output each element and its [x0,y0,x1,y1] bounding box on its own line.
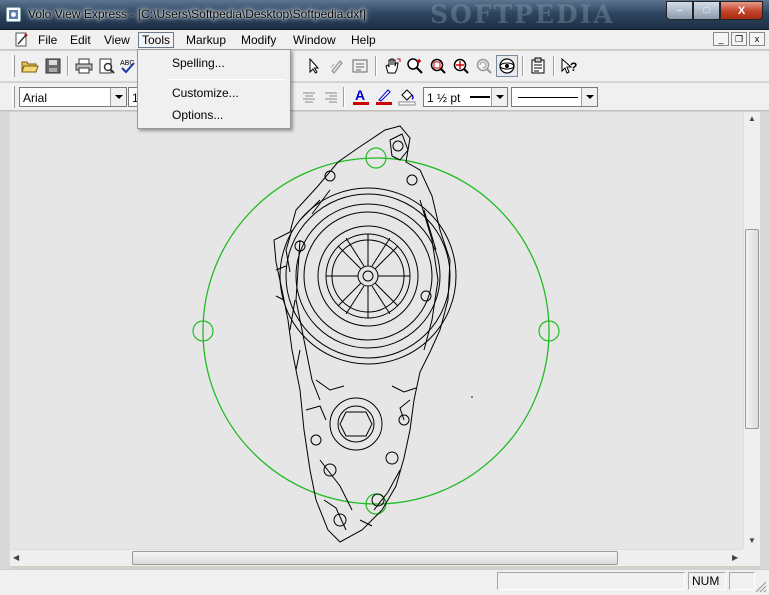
mdi-close-button[interactable]: x [749,32,765,46]
zoom-extents-icon[interactable] [450,55,472,77]
mdi-minimize-button[interactable]: _ [713,32,729,46]
line-weight-select[interactable]: 1 ½ pt [423,87,508,107]
help-icon[interactable]: ? [558,55,580,77]
zoom-previous-icon[interactable] [473,55,495,77]
orbit-circle [202,157,550,505]
print-preview-icon[interactable] [96,55,118,77]
stray-point [471,396,473,398]
align-right-icon[interactable] [320,86,342,108]
save-icon[interactable] [42,55,64,77]
fill-color-icon[interactable] [396,86,418,108]
zoom-realtime-icon[interactable] [404,55,426,77]
menu-window[interactable]: Window [290,32,339,48]
close-button[interactable]: X [720,1,763,20]
line-color-icon[interactable] [373,86,395,108]
pan-icon[interactable] [381,55,403,77]
format-toolbar: Arial 1 A 1 ½ pt [0,83,769,111]
zoom-window-icon[interactable] [427,55,449,77]
font-name-select[interactable]: Arial [19,87,127,107]
toolbar-grip[interactable] [12,55,15,77]
status-bar: NUM [0,569,769,595]
svg-text:A: A [355,87,365,103]
menu-item-spelling[interactable]: Spelling... [140,53,288,73]
properties-icon[interactable] [527,55,549,77]
menu-view[interactable]: View [101,32,133,48]
resize-grip-icon[interactable] [755,581,767,593]
scroll-corner [743,549,760,566]
menu-help[interactable]: Help [348,32,379,48]
frame-right [760,112,769,569]
toolbar-grip[interactable] [12,86,15,108]
font-name-value: Arial [23,91,48,105]
tools-menu-dropdown: Spelling... Customize... Options... [137,49,291,129]
text-box-icon[interactable] [349,55,371,77]
chevron-down-icon[interactable] [110,88,126,106]
title-bar: Volo View Express - [C:\Users\Softpedia\… [0,0,769,30]
vertical-scroll-thumb[interactable] [745,229,759,429]
status-pane-info [497,572,685,590]
document-icon[interactable] [14,32,30,48]
menu-tools[interactable]: Tools [138,32,175,48]
maximize-button[interactable]: □ [693,1,720,20]
menu-modify[interactable]: Modify [238,32,279,48]
select-arrow-icon[interactable] [303,55,325,77]
standard-toolbar: ABC ? [0,51,769,82]
menu-file[interactable]: File [35,32,60,48]
line-type-select[interactable] [511,87,598,107]
menu-bar: File Edit View Tools Markup Modify Windo… [0,30,769,50]
markup-pen-icon[interactable] [326,55,348,77]
svg-text:?: ? [570,60,577,74]
horizontal-scrollbar[interactable]: ◀ ▶ [10,549,743,566]
open-icon[interactable] [19,55,41,77]
cad-part [273,125,457,543]
scroll-left-icon[interactable]: ◀ [13,553,19,562]
menu-edit[interactable]: Edit [67,32,94,48]
frame-left [0,112,10,569]
text-color-icon[interactable]: A [350,86,372,108]
vertical-scrollbar[interactable]: ▲ ▼ [743,112,760,549]
status-pane-extra [729,572,755,590]
menu-markup[interactable]: Markup [183,32,229,48]
watermark-logo: SOFTPEDIA [430,0,615,29]
line-weight-value: 1 ½ pt [427,91,461,105]
status-num-lock: NUM [688,572,726,590]
print-icon[interactable] [73,55,95,77]
minimize-button[interactable]: – [666,1,693,20]
window-title: Volo View Express - [C:\Users\Softpedia\… [28,7,366,21]
scroll-up-icon[interactable]: ▲ [748,114,756,123]
spell-check-icon[interactable]: ABC [117,55,139,77]
cad-drawing [192,125,560,543]
menu-separator [168,79,286,80]
scroll-right-icon[interactable]: ▶ [732,553,738,562]
menu-item-options[interactable]: Options... [140,105,288,125]
drawing-canvas[interactable] [10,112,743,549]
orbit-icon[interactable] [496,55,518,77]
align-center-icon[interactable] [298,86,320,108]
menu-item-customize[interactable]: Customize... [140,83,288,103]
chevron-down-icon[interactable] [581,88,597,106]
horizontal-scroll-thumb[interactable] [132,551,618,565]
line-type-sample [518,97,578,98]
scroll-down-icon[interactable]: ▼ [748,536,756,545]
line-weight-sample [470,96,490,98]
chevron-down-icon[interactable] [491,88,507,106]
app-icon[interactable] [6,7,21,22]
mdi-restore-button[interactable]: ❐ [731,32,747,46]
